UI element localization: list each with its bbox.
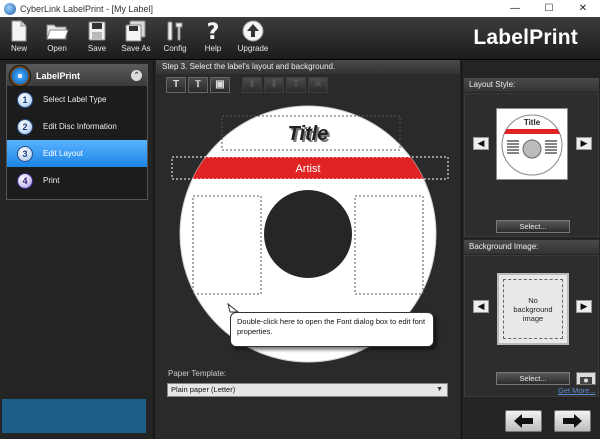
step-number-badge: 3 [17,145,33,162]
get-more-link[interactable]: Get More... [558,386,596,395]
text-tool-icon[interactable]: T [166,77,186,93]
maximize-button[interactable]: ☐ [532,3,566,14]
wizard-panel: LabelPrint ⌃ 1 Select Label Type 2 Edit … [6,64,148,200]
save-disk-icon [88,21,106,41]
window-title: CyberLink LabelPrint - [My Label] [20,3,154,14]
layout-tools: T Ⲧ ▣ ⬆ ⬇ T ✕ [166,77,328,94]
help-button[interactable]: ? Help [201,20,225,58]
save-as-button[interactable]: Save As [120,20,152,58]
help-label: Help [204,44,222,53]
labelprint-window: CyberLink LabelPrint - [My Label] — ☐ ✕ … [0,0,600,439]
sidebar: LabelPrint ⌃ 1 Select Label Type 2 Edit … [0,60,154,439]
upgrade-label: Upgrade [237,44,269,53]
main-toolbar: New Open Save Save As Config ? Help Upgr… [0,17,600,60]
labelprint-logo-icon [9,64,31,87]
background-select-button[interactable]: Select... [496,372,570,385]
right-panel: Layout Style: ◀ Title ▶ Select... Backgr… [461,60,600,439]
step-label: Edit Disc Information [43,122,117,131]
app-icon [4,2,16,15]
curved-text-tool-icon[interactable]: Ⲧ [188,77,208,93]
wizard-step-select-label-type[interactable]: 1 Select Label Type [7,86,147,113]
new-label: New [10,44,27,53]
help-question-icon: ? [207,20,220,42]
background-prev-icon[interactable]: ◀ [473,300,489,313]
image-tool-icon[interactable]: ▣ [210,77,230,93]
title-text[interactable]: Title [288,123,329,145]
next-button[interactable] [554,410,591,432]
paper-template-select[interactable]: Plain paper (Letter) ▼ [167,383,448,397]
sidebar-info-panel [2,399,146,433]
open-label: Open [47,44,67,53]
close-button[interactable]: ✕ [566,3,600,14]
step-label: Print [43,176,60,185]
step-number-badge: 1 [17,91,33,108]
back-arrow-icon [514,414,533,428]
disc-center-hole [264,190,352,278]
new-file-icon [11,20,27,42]
background-image-header: Background Image: [464,240,599,254]
upgrade-arrow-icon [242,20,264,42]
wizard-step-print[interactable]: 4 Print [7,167,147,194]
layout-prev-icon[interactable]: ◀ [473,137,489,150]
layout-style-header: Layout Style: [464,78,599,92]
minimize-button[interactable]: — [498,3,532,14]
tools-icon [167,21,183,41]
new-button[interactable]: New [6,20,32,58]
next-arrow-icon [563,414,582,428]
rotate-text-icon[interactable]: T [286,77,306,93]
title-bar: CyberLink LabelPrint - [My Label] — ☐ ✕ [0,0,600,17]
layout-next-icon[interactable]: ▶ [576,137,592,150]
no-background-text: No background image [503,279,563,339]
artist-text[interactable]: Artist [295,163,320,175]
image-settings-icon[interactable] [576,372,596,385]
paper-template-value: Plain paper (Letter) [171,385,236,394]
layout-select-button[interactable]: Select... [496,220,570,233]
step-label: Select Label Type [43,95,107,104]
layout-thumb-disc: Title [501,114,563,176]
bring-forward-icon[interactable]: ⬆ [242,77,262,93]
background-thumbnail[interactable]: No background image [497,273,569,345]
step-number-badge: 2 [17,118,33,135]
config-button[interactable]: Config [160,20,190,58]
save-button[interactable]: Save [84,20,110,58]
save-label: Save [87,44,107,53]
paper-template-label: Paper Template: [168,369,227,378]
open-button[interactable]: Open [42,20,72,58]
font-hint-text: Double-click here to open the Font dialo… [237,317,426,336]
open-folder-icon [46,24,69,40]
step-label: Edit Layout [43,149,84,158]
brand-title: LabelPrint [473,26,578,49]
font-hint-tooltip: Double-click here to open the Font dialo… [230,312,434,347]
back-button[interactable] [505,410,542,432]
layout-style-box: ◀ Title ▶ Select... [464,93,599,237]
save-as-label: Save As [121,44,151,53]
wizard-header: LabelPrint ⌃ [7,64,147,87]
wizard-title: LabelPrint [36,70,81,81]
save-as-icon [125,20,146,42]
chevron-down-icon: ▼ [436,386,443,393]
step-title: Step 3. Select the label's layout and ba… [156,60,460,74]
background-image-box: ◀ No background image ▶ Select... [464,255,599,397]
thumb-title-text: Title [524,118,541,127]
wizard-step-edit-layout[interactable]: 3 Edit Layout [7,140,147,167]
wizard-step-edit-disc-information[interactable]: 2 Edit Disc Information [7,113,147,140]
layout-thumbnail[interactable]: Title [496,108,568,180]
svg-text:?: ? [207,20,220,42]
main-panel: Step 3. Select the label's layout and ba… [156,60,460,439]
delete-icon[interactable]: ✕ [308,77,328,93]
background-next-icon[interactable]: ▶ [576,300,592,313]
config-label: Config [163,44,187,53]
collapse-up-icon[interactable]: ⌃ [131,70,142,81]
upgrade-button[interactable]: Upgrade [236,20,270,58]
step-number-badge: 4 [17,172,33,189]
send-backward-icon[interactable]: ⬇ [264,77,284,93]
